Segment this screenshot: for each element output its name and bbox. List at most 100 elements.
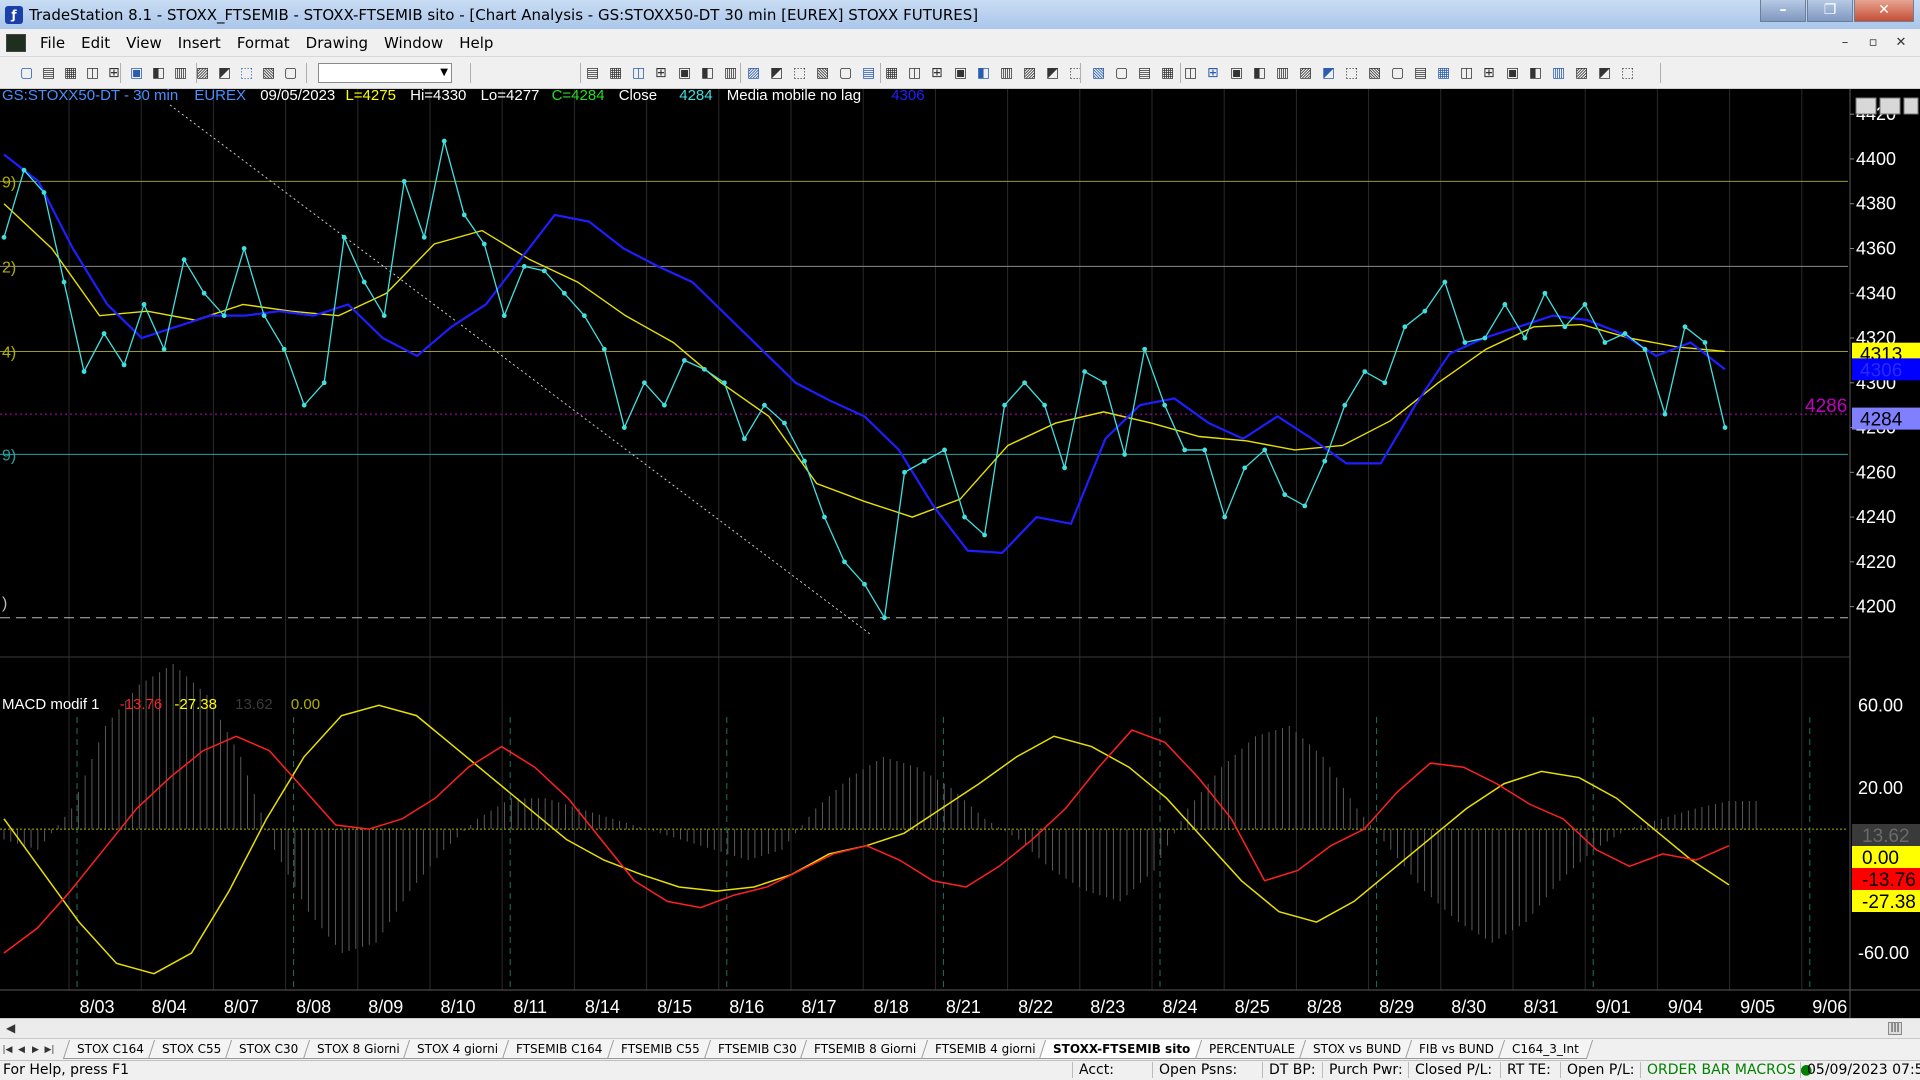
toolbar-tool-icon[interactable]: ⬚ <box>240 65 256 81</box>
toolbar-tool-icon[interactable]: ◧ <box>1529 65 1545 81</box>
workspace-tab[interactable]: STOX C164 <box>62 1040 159 1059</box>
toolbar-tool-icon[interactable]: ◧ <box>152 65 168 81</box>
toolbar-tool-icon[interactable]: ▤ <box>1138 65 1154 81</box>
toolbar-tool-icon[interactable]: ▧ <box>1092 65 1108 81</box>
toolbar-tool-icon[interactable]: ▧ <box>816 65 832 81</box>
toolbar-tool-icon[interactable]: ▨ <box>1023 65 1039 81</box>
toolbar-tool-icon[interactable]: ⊞ <box>108 65 124 81</box>
menu-view[interactable]: View <box>118 34 170 52</box>
mdi-restore-button[interactable]: ▫ <box>1862 33 1884 53</box>
toolbar-tool-icon[interactable]: ▥ <box>174 65 190 81</box>
workspace-tab[interactable]: PERCENTUALE <box>1194 1040 1309 1059</box>
scroll-left-icon[interactable]: ◀ <box>6 1021 15 1035</box>
toolbar-tool-icon[interactable]: ◧ <box>701 65 717 81</box>
toolbar-tool-icon[interactable]: ▣ <box>1506 65 1522 81</box>
menu-help[interactable]: Help <box>451 34 501 52</box>
toolbar-tool-icon[interactable]: ◧ <box>977 65 993 81</box>
tradestation-app-icon[interactable]: ƒ <box>5 5 23 24</box>
trendline[interactable] <box>169 104 871 635</box>
toolbar-tool-icon[interactable]: ◫ <box>632 65 648 81</box>
menu-drawing[interactable]: Drawing <box>298 34 376 52</box>
workspace-tab[interactable]: STOX 8 Giorni <box>302 1040 414 1059</box>
toolbar-tool-icon[interactable]: ▦ <box>64 65 80 81</box>
workspace-tab[interactable]: STOX vs BUND <box>1298 1040 1415 1059</box>
workspace-tab[interactable]: STOX C55 <box>147 1040 236 1059</box>
toolbar-tool-icon[interactable]: ◩ <box>770 65 786 81</box>
pane-close-button[interactable] <box>1903 97 1919 115</box>
toolbar-tool-icon[interactable]: ▦ <box>1161 65 1177 81</box>
toolbar-tool-icon[interactable]: ⬚ <box>1345 65 1361 81</box>
toolbar-tool-icon[interactable]: ▣ <box>130 65 146 81</box>
toolbar-tool-icon[interactable]: ▣ <box>678 65 694 81</box>
chart-analysis-window[interactable]: 4420440043804360434043204300428042604240… <box>0 89 1920 1018</box>
restore-button[interactable]: ❐ <box>1807 0 1853 22</box>
mdi-minimize-button[interactable]: – <box>1834 33 1856 53</box>
workspace-tab[interactable]: FTSEMIB 4 giorni <box>920 1040 1050 1059</box>
toolbar-tool-icon[interactable]: ▤ <box>586 65 602 81</box>
workspace-tab[interactable]: STOX C30 <box>225 1040 313 1059</box>
horizontal-scrollbar[interactable]: ◀ ||| <box>0 1018 1920 1038</box>
toolbar-tool-icon[interactable]: ◩ <box>1322 65 1338 81</box>
toolbar-tool-icon[interactable]: ◫ <box>908 65 924 81</box>
close-button[interactable]: ✕ <box>1854 0 1914 22</box>
toolbar-tool-icon[interactable]: ▤ <box>1414 65 1430 81</box>
toolbar-tool-icon[interactable]: ▦ <box>609 65 625 81</box>
toolbar-tool-icon[interactable]: ▢ <box>284 65 300 81</box>
toolbar-tool-icon[interactable]: ◩ <box>218 65 234 81</box>
toolbar-tool-icon[interactable]: ◧ <box>1253 65 1269 81</box>
toolbar-tool-icon[interactable]: ▨ <box>1299 65 1315 81</box>
toolbar-tool-icon[interactable]: ▤ <box>42 65 58 81</box>
menu-insert[interactable]: Insert <box>170 34 229 52</box>
toolbar-tool-icon[interactable]: ▨ <box>1575 65 1591 81</box>
toolbar-tool-icon[interactable]: ⊞ <box>1483 65 1499 81</box>
tab-prev-icon[interactable]: ◀ <box>15 1043 28 1057</box>
toolbar-tool-icon[interactable]: ⊞ <box>655 65 671 81</box>
workspace-tab[interactable]: FTSEMIB 8 Giorni <box>800 1040 931 1059</box>
tab-first-icon[interactable]: |◀ <box>1 1043 14 1057</box>
toolbar-tool-icon[interactable]: ◩ <box>1598 65 1614 81</box>
workspace-tab[interactable]: FTSEMIB C164 <box>502 1040 617 1059</box>
toolbar-tool-icon[interactable]: ▥ <box>1276 65 1292 81</box>
workspace-tab[interactable]: STOX 4 giorni <box>403 1040 513 1059</box>
toolbar-tool-icon[interactable]: ▧ <box>1368 65 1384 81</box>
tab-last-icon[interactable]: ▶| <box>43 1043 56 1057</box>
toolbar-tool-icon[interactable]: ◫ <box>1460 65 1476 81</box>
toolbar-tool-icon[interactable]: ▥ <box>1000 65 1016 81</box>
scroll-grip-icon[interactable]: ||| <box>1888 1022 1902 1035</box>
chart-canvas[interactable]: 4420440043804360434043204300428042604240… <box>0 89 1920 1018</box>
toolbar-tool-icon[interactable]: ▢ <box>1391 65 1407 81</box>
toolbar-tool-icon[interactable]: ▦ <box>1437 65 1453 81</box>
workspace-tab[interactable]: FIB vs BUND <box>1404 1040 1508 1059</box>
toolbar-tool-icon[interactable]: ◫ <box>86 65 102 81</box>
chart-window-icon[interactable] <box>6 33 26 52</box>
pane-minimize-button[interactable] <box>1855 97 1877 115</box>
tab-next-icon[interactable]: ▶ <box>29 1043 42 1057</box>
toolbar-tool-icon[interactable]: ▥ <box>1552 65 1568 81</box>
toolbar-tool-icon[interactable]: ▤ <box>862 65 878 81</box>
workspace-tab[interactable]: FTSEMIB C30 <box>703 1040 811 1059</box>
toolbar-tool-icon[interactable]: ▨ <box>747 65 763 81</box>
menu-file[interactable]: File <box>32 34 73 52</box>
toolbar-tool-icon[interactable]: ▢ <box>20 65 36 81</box>
pane-restore-button[interactable] <box>1879 97 1901 115</box>
workspace-tab[interactable]: FTSEMIB C55 <box>606 1040 714 1059</box>
toolbar-tool-icon[interactable]: ▧ <box>262 65 278 81</box>
minimize-button[interactable]: – <box>1760 0 1806 22</box>
toolbar-tool-icon[interactable]: ▣ <box>954 65 970 81</box>
toolbar-tool-icon[interactable]: ⬚ <box>793 65 809 81</box>
workspace-tab[interactable]: STOXX-FTSEMIB sito <box>1039 1040 1205 1059</box>
toolbar-tool-icon[interactable]: ▢ <box>1115 65 1131 81</box>
workspace-combo[interactable]: ▼ <box>318 63 452 83</box>
menu-format[interactable]: Format <box>229 34 298 52</box>
toolbar-tool-icon[interactable]: ▢ <box>839 65 855 81</box>
toolbar-tool-icon[interactable]: ◩ <box>1046 65 1062 81</box>
workspace-tab[interactable]: C164_3_Int <box>1497 1040 1593 1059</box>
menu-edit[interactable]: Edit <box>73 34 118 52</box>
toolbar-tool-icon[interactable]: ▥ <box>724 65 740 81</box>
menu-window[interactable]: Window <box>376 34 451 52</box>
toolbar-tool-icon[interactable]: ⬚ <box>1069 65 1085 81</box>
toolbar-tool-icon[interactable]: ◫ <box>1184 65 1200 81</box>
mdi-close-button[interactable]: ✕ <box>1890 33 1912 53</box>
toolbar-tool-icon[interactable]: ▣ <box>1230 65 1246 81</box>
toolbar-tool-icon[interactable]: ▨ <box>196 65 212 81</box>
